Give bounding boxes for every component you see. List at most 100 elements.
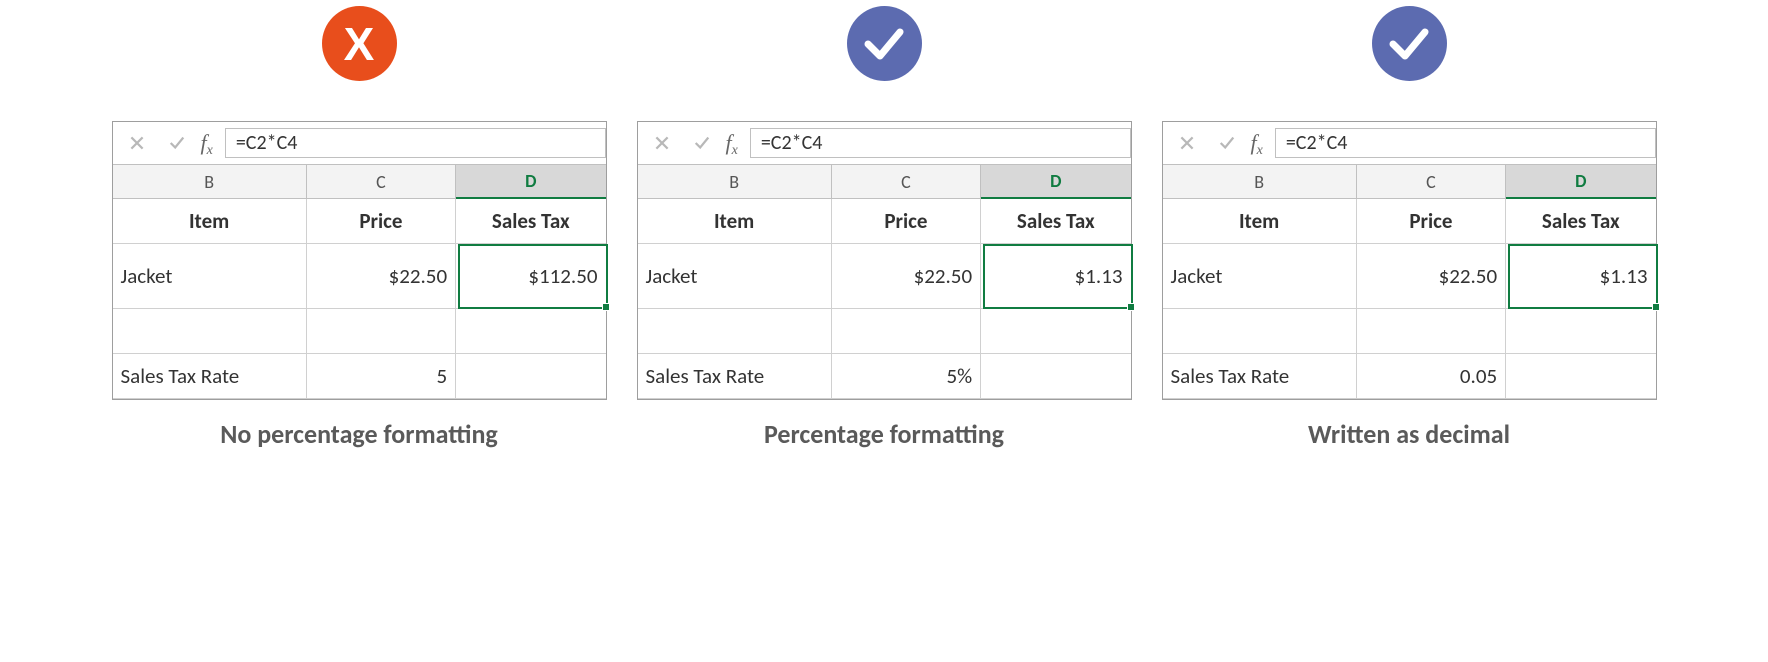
- formula-accept-button[interactable]: [1211, 127, 1243, 159]
- formula-text: =C2*C4: [761, 131, 823, 155]
- table-row: [638, 309, 1131, 354]
- excel-fragment: fx =C2*C4 B C D Item Price Sales Tax: [637, 121, 1132, 400]
- cell-taxrate-value[interactable]: 5: [307, 354, 456, 399]
- cell-empty[interactable]: [638, 309, 832, 354]
- cell-empty[interactable]: [456, 309, 605, 354]
- formula-cancel-button[interactable]: [1171, 127, 1203, 159]
- formula-accept-button[interactable]: [161, 127, 193, 159]
- cell-salestax-value: $1.13: [1600, 263, 1648, 289]
- table-row: Jacket $22.50 $1.13: [1163, 244, 1656, 309]
- header-price[interactable]: Price: [307, 199, 456, 244]
- column-header-c[interactable]: C: [1357, 165, 1506, 199]
- column-header-row: B C D: [1163, 165, 1656, 199]
- badge-incorrect: X: [322, 6, 397, 81]
- header-salestax[interactable]: Sales Tax: [981, 199, 1130, 244]
- check-icon: [1385, 20, 1433, 68]
- table-header-row: Item Price Sales Tax: [1163, 199, 1656, 244]
- badge-correct: [847, 6, 922, 81]
- formula-cancel-button[interactable]: [121, 127, 153, 159]
- cell-empty[interactable]: [981, 309, 1130, 354]
- cell-empty[interactable]: [1163, 309, 1357, 354]
- panel-caption: Written as decimal: [1308, 418, 1510, 450]
- formula-bar: fx =C2*C4: [113, 122, 606, 165]
- formula-accept-button[interactable]: [686, 127, 718, 159]
- header-price[interactable]: Price: [1357, 199, 1506, 244]
- formula-text: =C2*C4: [236, 131, 298, 155]
- excel-fragment: fx =C2*C4 B C D Item Price Sales Tax: [1162, 121, 1657, 400]
- table-row: Jacket $22.50 $112.50: [113, 244, 606, 309]
- panel-no-percentage: X fx =C2*C4 B C D: [112, 6, 607, 450]
- fx-icon[interactable]: fx: [726, 130, 738, 156]
- formula-text: =C2*C4: [1286, 131, 1348, 155]
- formula-input[interactable]: =C2*C4: [1275, 128, 1656, 158]
- cell-price[interactable]: $22.50: [832, 244, 981, 309]
- table-row: [113, 309, 606, 354]
- panel-written-decimal: fx =C2*C4 B C D Item Price Sales Tax: [1162, 6, 1657, 450]
- header-item[interactable]: Item: [638, 199, 832, 244]
- cell-taxrate-label[interactable]: Sales Tax Rate: [638, 354, 832, 399]
- formula-bar: fx =C2*C4: [638, 122, 1131, 165]
- column-header-d[interactable]: D: [1506, 165, 1655, 199]
- comparison-container: X fx =C2*C4 B C D: [0, 0, 1768, 450]
- formula-bar: fx =C2*C4: [1163, 122, 1656, 165]
- cell-item[interactable]: Jacket: [638, 244, 832, 309]
- cell-empty[interactable]: [456, 354, 605, 399]
- cell-empty[interactable]: [1506, 309, 1655, 354]
- check-icon: [860, 20, 908, 68]
- column-header-d[interactable]: D: [981, 165, 1130, 199]
- cell-price[interactable]: $22.50: [1357, 244, 1506, 309]
- panel-percentage-formatting: fx =C2*C4 B C D Item Price Sales Tax: [637, 6, 1132, 450]
- formula-input[interactable]: =C2*C4: [750, 128, 1131, 158]
- x-icon: X: [344, 21, 375, 67]
- cell-salestax[interactable]: $1.13: [981, 244, 1130, 309]
- column-header-row: B C D: [113, 165, 606, 199]
- table-row: Sales Tax Rate 0.05: [1163, 354, 1656, 399]
- cell-taxrate-label[interactable]: Sales Tax Rate: [113, 354, 307, 399]
- formula-input[interactable]: =C2*C4: [225, 128, 606, 158]
- table-row: Jacket $22.50 $1.13: [638, 244, 1131, 309]
- cell-taxrate-value[interactable]: 0.05: [1357, 354, 1506, 399]
- fx-icon[interactable]: fx: [201, 130, 213, 156]
- cell-item[interactable]: Jacket: [1163, 244, 1357, 309]
- column-header-b[interactable]: B: [638, 165, 832, 199]
- spreadsheet-grid[interactable]: B C D Item Price Sales Tax Jacket $22.50…: [113, 165, 606, 399]
- table-header-row: Item Price Sales Tax: [113, 199, 606, 244]
- cell-empty[interactable]: [113, 309, 307, 354]
- cell-salestax-value: $112.50: [528, 263, 597, 289]
- header-salestax[interactable]: Sales Tax: [456, 199, 605, 244]
- column-header-row: B C D: [638, 165, 1131, 199]
- header-price[interactable]: Price: [832, 199, 981, 244]
- table-row: Sales Tax Rate 5: [113, 354, 606, 399]
- formula-cancel-button[interactable]: [646, 127, 678, 159]
- cell-salestax[interactable]: $112.50: [456, 244, 605, 309]
- cell-salestax[interactable]: $1.13: [1506, 244, 1655, 309]
- cell-empty[interactable]: [981, 354, 1130, 399]
- header-item[interactable]: Item: [1163, 199, 1357, 244]
- panel-caption: Percentage formatting: [764, 418, 1004, 450]
- panel-caption: No percentage formatting: [220, 418, 498, 450]
- table-header-row: Item Price Sales Tax: [638, 199, 1131, 244]
- table-row: Sales Tax Rate 5%: [638, 354, 1131, 399]
- column-header-b[interactable]: B: [1163, 165, 1357, 199]
- fx-icon[interactable]: fx: [1251, 130, 1263, 156]
- column-header-c[interactable]: C: [832, 165, 981, 199]
- cell-salestax-value: $1.13: [1075, 263, 1123, 289]
- table-row: [1163, 309, 1656, 354]
- cell-taxrate-label[interactable]: Sales Tax Rate: [1163, 354, 1357, 399]
- excel-fragment: fx =C2*C4 B C D Item Price Sales Tax: [112, 121, 607, 400]
- cell-price[interactable]: $22.50: [307, 244, 456, 309]
- cell-empty[interactable]: [1357, 309, 1506, 354]
- header-item[interactable]: Item: [113, 199, 307, 244]
- column-header-d[interactable]: D: [456, 165, 605, 199]
- cell-taxrate-value[interactable]: 5%: [832, 354, 981, 399]
- cell-item[interactable]: Jacket: [113, 244, 307, 309]
- column-header-c[interactable]: C: [307, 165, 456, 199]
- spreadsheet-grid[interactable]: B C D Item Price Sales Tax Jacket $22.50…: [638, 165, 1131, 399]
- cell-empty[interactable]: [1506, 354, 1655, 399]
- cell-empty[interactable]: [307, 309, 456, 354]
- cell-empty[interactable]: [832, 309, 981, 354]
- spreadsheet-grid[interactable]: B C D Item Price Sales Tax Jacket $22.50…: [1163, 165, 1656, 399]
- column-header-b[interactable]: B: [113, 165, 307, 199]
- badge-correct: [1372, 6, 1447, 81]
- header-salestax[interactable]: Sales Tax: [1506, 199, 1655, 244]
